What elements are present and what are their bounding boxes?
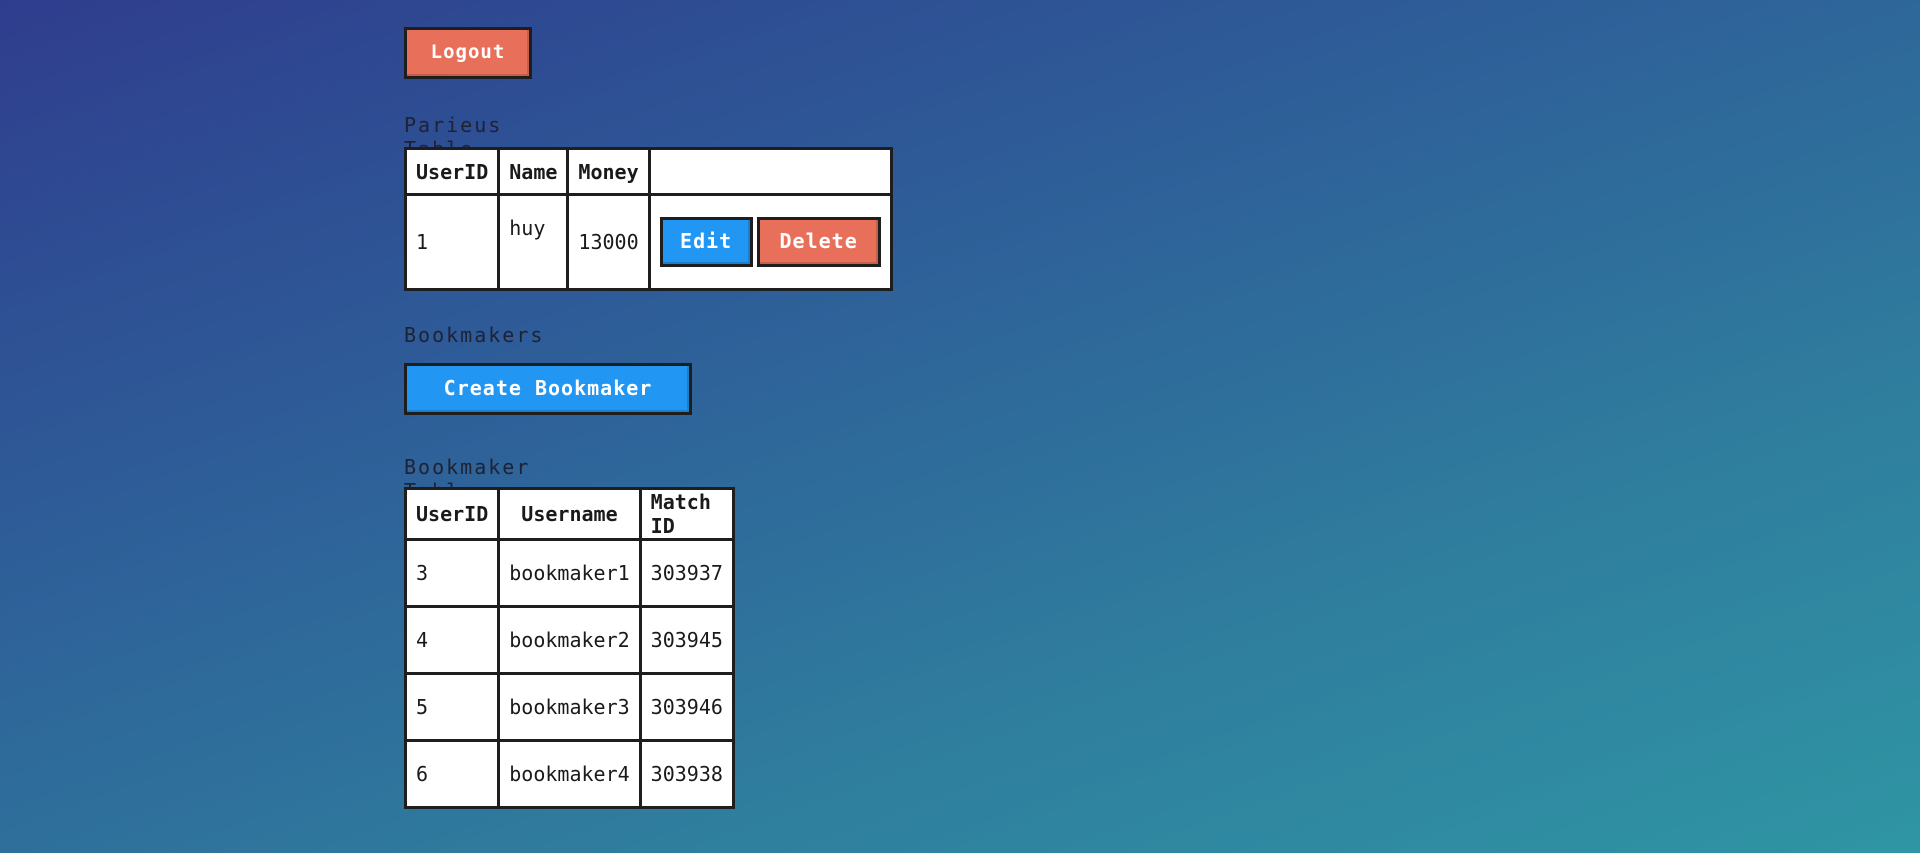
cell-username: bookmaker2	[497, 605, 642, 675]
parieus-table: UserID Name Money 1 huy 13000 Edit Delete	[403, 147, 893, 291]
table-row: 1 huy 13000 Edit Delete	[403, 193, 893, 291]
column-header-userid: UserID	[403, 147, 501, 196]
bookmakers-title: Bookmakers	[404, 323, 545, 347]
table-row: 6 bookmaker4 303938	[403, 739, 735, 809]
cell-match-id: 303938	[638, 739, 735, 809]
table-row: 5 bookmaker3 303946	[403, 672, 735, 742]
bookmaker-table: UserID Username Match ID 3 bookmaker1 30…	[403, 487, 735, 809]
table-header-row: UserID Username Match ID	[403, 487, 735, 541]
table-row: 3 bookmaker1 303937	[403, 538, 735, 608]
cell-match-id: 303945	[638, 605, 735, 675]
table-row: 4 bookmaker2 303945	[403, 605, 735, 675]
logout-button[interactable]: Logout	[404, 27, 532, 79]
cell-userid: 3	[403, 538, 501, 608]
cell-match-id: 303937	[638, 538, 735, 608]
page-container: Logout Parieus Table UserID Name Money 1…	[403, 27, 893, 809]
column-header-money: Money	[566, 147, 651, 196]
cell-actions: Edit Delete	[647, 193, 893, 291]
column-header-name: Name	[497, 147, 570, 196]
cell-userid: 4	[403, 605, 501, 675]
cell-name: huy	[497, 193, 570, 291]
column-header-actions	[647, 147, 893, 196]
create-bookmaker-button[interactable]: Create Bookmaker	[404, 363, 692, 415]
cell-userid: 1	[403, 193, 501, 291]
cell-username: bookmaker4	[497, 739, 642, 809]
cell-username: bookmaker3	[497, 672, 642, 742]
column-header-username: Username	[497, 487, 642, 541]
delete-button[interactable]: Delete	[756, 217, 881, 267]
cell-userid: 6	[403, 739, 501, 809]
edit-button[interactable]: Edit	[659, 217, 753, 267]
cell-match-id: 303946	[638, 672, 735, 742]
column-header-match-id: Match ID	[638, 487, 735, 541]
table-header-row: UserID Name Money	[403, 147, 893, 196]
cell-username: bookmaker1	[497, 538, 642, 608]
cell-money: 13000	[566, 193, 651, 291]
column-header-userid: UserID	[403, 487, 501, 541]
cell-userid: 5	[403, 672, 501, 742]
